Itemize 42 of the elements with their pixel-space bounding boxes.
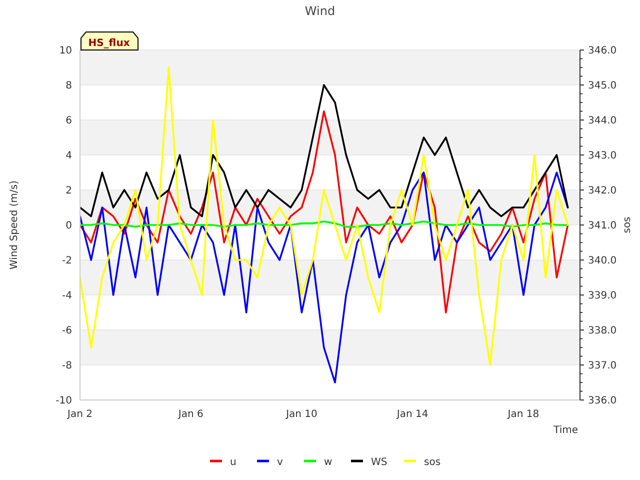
x-axis-label: Time <box>554 425 578 436</box>
tick-label: Jan 18 <box>508 409 540 420</box>
tick-label: 341.0 <box>588 220 617 232</box>
tick-label: 0 <box>66 220 72 232</box>
tick-label: -4 <box>62 290 72 302</box>
legend-label: WS <box>371 457 388 468</box>
tick-label: 339.0 <box>588 290 617 302</box>
tick-label: 344.0 <box>588 116 617 126</box>
legend-label: u <box>230 457 236 468</box>
tick-label: -10 <box>56 396 72 406</box>
tick-label: 342.0 <box>588 186 617 196</box>
tick-label: 345.0 <box>588 80 617 92</box>
tick-label: Jan 6 <box>178 409 204 420</box>
y-axis-label: sos <box>622 216 633 234</box>
legend-label: sos <box>424 457 441 468</box>
legend-swatch <box>404 460 416 462</box>
tick-label: 346.0 <box>588 46 617 56</box>
y-axis-label: Wind Speed (m/s) <box>9 180 20 270</box>
legend-label: v <box>277 457 283 468</box>
tick-label: 337.0 <box>588 360 617 372</box>
tick-label: -6 <box>62 326 72 336</box>
legend-label: w <box>324 457 332 468</box>
tick-label: Jan 14 <box>396 409 428 420</box>
tick-label: -2 <box>62 256 72 266</box>
tick-label: 6 <box>66 116 72 126</box>
tick-label: 10 <box>59 46 72 56</box>
tick-label: -8 <box>62 360 72 372</box>
tick-label: 340.0 <box>588 256 617 266</box>
legend-swatch <box>304 460 316 462</box>
chart-title: Wind <box>304 4 336 18</box>
legend-swatch <box>210 460 222 462</box>
tick-label: 2 <box>66 186 72 196</box>
tick-label: Jan 10 <box>286 409 318 420</box>
tick-label: 343.0 <box>588 150 617 162</box>
tick-label: 338.0 <box>588 326 617 336</box>
tick-label: Jan 2 <box>68 409 92 420</box>
legend-swatch <box>351 460 363 462</box>
tick-label: 8 <box>66 80 72 92</box>
legend-swatch <box>257 460 269 462</box>
tick-label: 336.0 <box>588 396 617 406</box>
tick-label: 4 <box>66 150 72 162</box>
annotation-tag: HS_flux <box>80 32 138 50</box>
